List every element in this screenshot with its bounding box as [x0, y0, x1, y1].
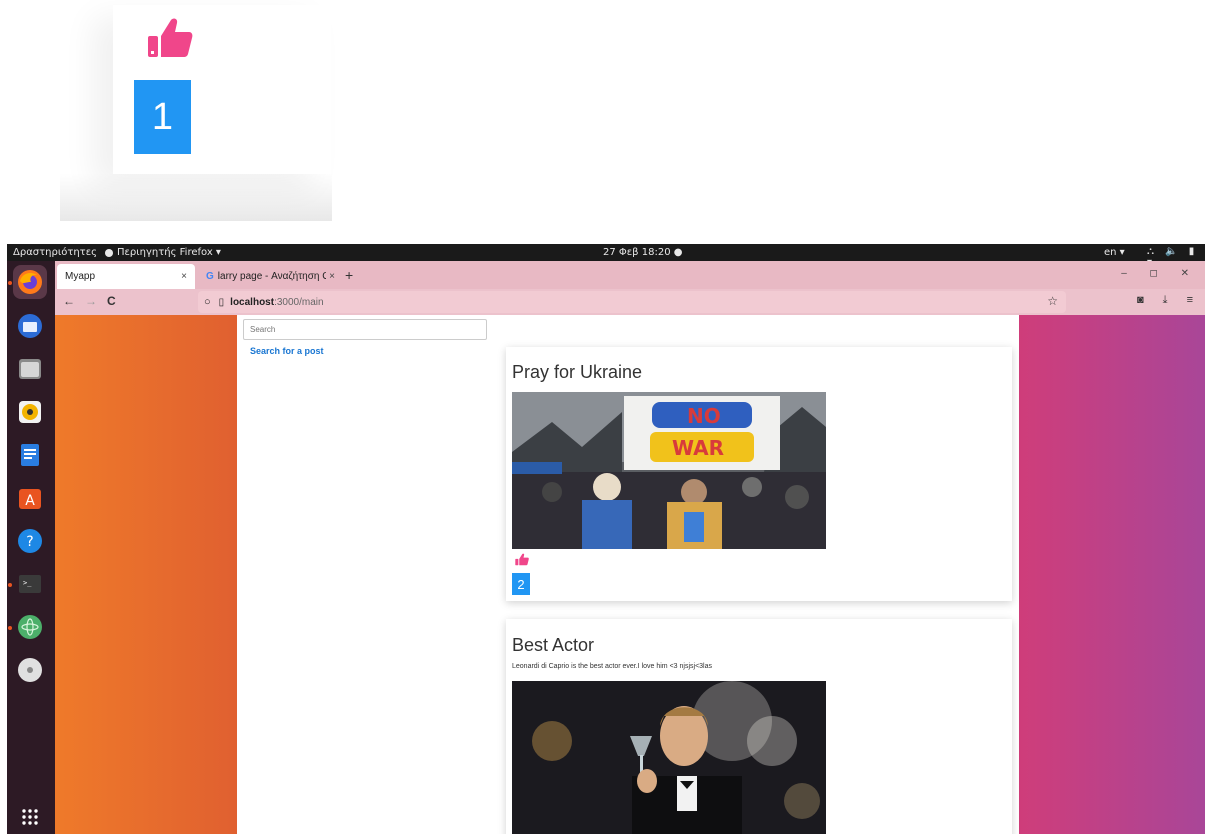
- disc-icon[interactable]: [13, 653, 47, 687]
- tab-bar: Myapp × G larry page - Αναζήτηση G × + –…: [55, 261, 1205, 289]
- rhythmbox-icon[interactable]: [13, 395, 47, 429]
- like-icon[interactable]: [147, 17, 193, 59]
- atom-icon[interactable]: [13, 610, 47, 644]
- wallpaper-left: [55, 315, 237, 834]
- svg-text:?: ?: [26, 534, 33, 550]
- post-title: Best Actor: [512, 635, 595, 655]
- app-menu[interactable]: Περιηγητής Firefox ▾: [105, 247, 221, 258]
- running-indicator: [8, 626, 12, 630]
- clock[interactable]: 27 Φεβ 18:20 ●: [603, 247, 682, 258]
- desktop-screenshot: Δραστηριότητες Περιηγητής Firefox ▾ 27 Φ…: [7, 244, 1205, 834]
- files-icon[interactable]: [13, 352, 47, 386]
- dock: A ? >_: [7, 261, 55, 834]
- google-icon: G: [206, 271, 214, 282]
- close-tab-icon[interactable]: ×: [329, 271, 335, 282]
- post-image: [512, 681, 826, 834]
- like-count-badge: 1: [134, 80, 191, 154]
- wallpaper-right: [1019, 315, 1205, 834]
- page-icon: ▯: [218, 296, 225, 308]
- back-button[interactable]: ←: [63, 294, 75, 308]
- url-path: :3000/main: [274, 296, 324, 308]
- top-bar: Δραστηριότητες Περιηγητής Firefox ▾ 27 Φ…: [7, 244, 1205, 268]
- tab-label: larry page - Αναζήτηση G: [217, 271, 326, 282]
- svg-text:A: A: [25, 493, 35, 509]
- firefox-icon[interactable]: [13, 265, 47, 299]
- like-icon[interactable]: [515, 553, 529, 566]
- window-controls[interactable]: – ◻ ✕: [1121, 268, 1199, 279]
- browser-window: Myapp × G larry page - Αναζήτηση G × + –…: [55, 261, 1205, 834]
- svg-text:WAR: WAR: [672, 436, 724, 460]
- language-indicator[interactable]: en ▾: [1104, 247, 1125, 258]
- search-input[interactable]: [243, 319, 487, 340]
- svg-text:NO: NO: [687, 404, 721, 428]
- url-bar[interactable]: ○ ▯ localhost :3000/main ☆: [198, 291, 1066, 313]
- running-indicator: [8, 281, 12, 285]
- thunderbird-icon[interactable]: [13, 309, 47, 343]
- page-viewport: Search for a post Pray for Ukraine NO: [55, 315, 1205, 834]
- forward-button[interactable]: →: [85, 294, 97, 308]
- reload-button[interactable]: C: [107, 294, 116, 308]
- post-card: Best Actor Leonardi di Caprio is the bes…: [506, 619, 1012, 834]
- help-icon[interactable]: ?: [13, 524, 47, 558]
- activities-button[interactable]: Δραστηριότητες: [13, 247, 97, 258]
- post-card: Pray for Ukraine NO WAR 2: [506, 347, 1012, 601]
- running-indicator: [8, 583, 12, 587]
- post-body: Leonardi di Caprio is the best actor eve…: [512, 663, 712, 670]
- tab-myapp[interactable]: Myapp ×: [57, 264, 195, 289]
- app-page: Search for a post Pray for Ukraine NO: [237, 315, 1019, 834]
- bookmark-star-icon[interactable]: ☆: [1047, 294, 1058, 308]
- search-for-post-link[interactable]: Search for a post: [250, 346, 324, 356]
- terminal-icon[interactable]: >_: [13, 567, 47, 601]
- toolbar-icons[interactable]: ◙ ⤓ ≡: [1137, 294, 1201, 307]
- url-host: localhost: [230, 296, 275, 308]
- apps-grid-icon[interactable]: [13, 800, 47, 834]
- software-icon[interactable]: A: [13, 481, 47, 515]
- firefox-small-icon: [105, 248, 113, 257]
- tracking-shield-icon[interactable]: ○: [204, 296, 211, 308]
- like-count-badge: 2: [512, 573, 530, 595]
- close-tab-icon[interactable]: ×: [181, 271, 187, 282]
- app-menu-label: Περιηγητής Firefox ▾: [117, 247, 221, 258]
- post-title: Pray for Ukraine: [512, 362, 643, 382]
- nav-bar: ← → C ○ ▯ localhost :3000/main ☆ ◙ ⤓ ≡: [55, 289, 1205, 315]
- tab-label: Myapp: [65, 271, 96, 282]
- writer-icon[interactable]: [13, 438, 47, 472]
- tab-google-search[interactable]: G larry page - Αναζήτηση G ×: [198, 264, 343, 289]
- new-tab-button[interactable]: +: [345, 267, 353, 283]
- svg-text:>_: >_: [23, 579, 32, 587]
- post-image: NO WAR: [512, 392, 826, 549]
